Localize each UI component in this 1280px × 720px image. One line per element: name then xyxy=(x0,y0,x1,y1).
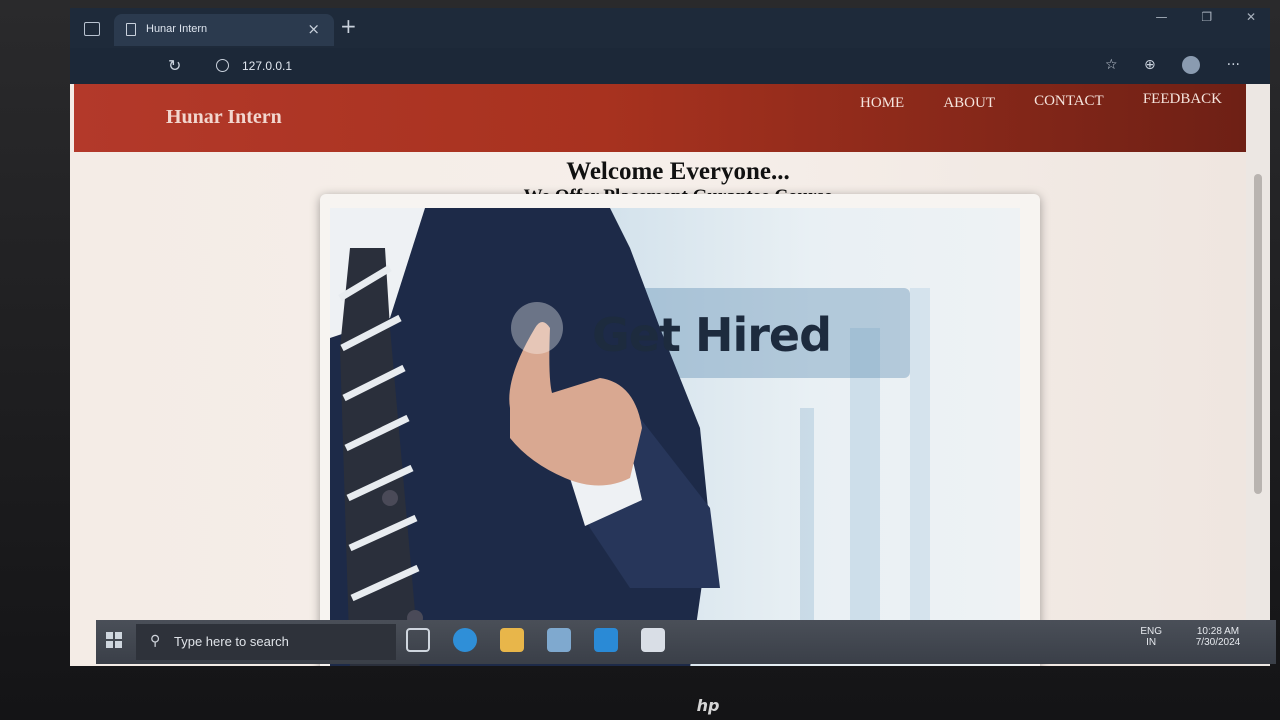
tab-close-icon[interactable]: × xyxy=(307,20,320,38)
search-icon: ⚲ xyxy=(150,633,161,649)
search-placeholder: Type here to search xyxy=(174,634,289,649)
hero-get-hired-text: Get Hired xyxy=(592,308,832,362)
edge-icon[interactable] xyxy=(453,628,478,652)
tab-actions-icon[interactable] xyxy=(84,22,100,36)
nav-feedback[interactable]: FEEDBACK xyxy=(1143,91,1222,107)
nav-home[interactable]: HOME xyxy=(860,95,904,111)
nav-contact[interactable]: CONTACT xyxy=(1034,93,1104,109)
minimize-icon[interactable]: — xyxy=(1156,10,1168,24)
profile-avatar[interactable] xyxy=(1182,56,1201,74)
browser-tab-bar: Hunar Intern × + — ❐ ✕ xyxy=(70,8,1270,48)
page-heading: Welcome Everyone... xyxy=(566,158,790,185)
screen: Hunar Intern × + — ❐ ✕ ↻ 127.0.0.1 ☆ ⊕ ·… xyxy=(70,8,1270,666)
collections-icon[interactable]: ⊕ xyxy=(1144,57,1156,73)
monitor-bezel: Hunar Intern × + — ❐ ✕ ↻ 127.0.0.1 ☆ ⊕ ·… xyxy=(0,0,1280,720)
page-icon xyxy=(126,23,136,36)
site-brand[interactable]: Hunar Intern xyxy=(166,106,282,129)
restore-icon[interactable]: ❐ xyxy=(1201,10,1212,24)
web-page: Hunar Intern HOME ABOUT CONTACT FEEDBACK… xyxy=(70,84,1246,666)
tab-title: Hunar Intern xyxy=(146,23,208,35)
taskbar-apps xyxy=(406,628,683,652)
hero-image-frame: Get Hired xyxy=(320,194,1040,666)
hero-image: Get Hired xyxy=(330,208,1020,666)
vscode-icon[interactable] xyxy=(594,628,619,652)
language-indicator[interactable]: ENG IN xyxy=(1140,626,1162,648)
reload-icon[interactable]: ↻ xyxy=(168,56,181,75)
nav-about[interactable]: ABOUT xyxy=(943,95,995,111)
businessman-illustration xyxy=(330,208,930,666)
close-window-icon[interactable]: ✕ xyxy=(1246,10,1256,24)
mail-icon[interactable] xyxy=(547,628,572,652)
favorites-icon[interactable]: ☆ xyxy=(1105,57,1118,73)
site-nav: HOME ABOUT CONTACT FEEDBACK xyxy=(826,91,1222,112)
page-scrollbar[interactable] xyxy=(1246,84,1270,666)
file-explorer-icon[interactable] xyxy=(500,628,525,652)
url-field[interactable]: 127.0.0.1 xyxy=(242,59,292,73)
document-icon[interactable] xyxy=(641,628,666,652)
taskbar-clock[interactable]: 10:28 AM 7/30/2024 xyxy=(1188,626,1248,648)
address-bar: ↻ 127.0.0.1 ☆ ⊕ ··· xyxy=(70,48,1270,84)
site-navbar: Hunar Intern HOME ABOUT CONTACT FEEDBACK xyxy=(74,84,1246,152)
windows-taskbar: ⚲ Type here to search ENG IN 10:28 AM 7/… xyxy=(96,620,1276,664)
browser-toolbar: ☆ ⊕ ··· xyxy=(1083,56,1240,74)
new-tab-icon[interactable]: + xyxy=(340,14,357,38)
task-view-icon[interactable] xyxy=(406,628,430,652)
browser-tab[interactable]: Hunar Intern × xyxy=(114,14,334,46)
clock-date: 7/30/2024 xyxy=(1195,637,1241,648)
more-icon[interactable]: ··· xyxy=(1227,57,1240,73)
windows-start-icon[interactable] xyxy=(106,632,122,648)
hp-logo: hp xyxy=(696,696,720,715)
scrollbar-thumb[interactable] xyxy=(1254,174,1262,494)
window-controls: — ❐ ✕ xyxy=(1126,10,1256,24)
clock-time: 10:28 AM xyxy=(1196,626,1240,637)
taskbar-search[interactable]: ⚲ Type here to search xyxy=(136,624,396,660)
site-info-icon[interactable] xyxy=(216,59,229,72)
